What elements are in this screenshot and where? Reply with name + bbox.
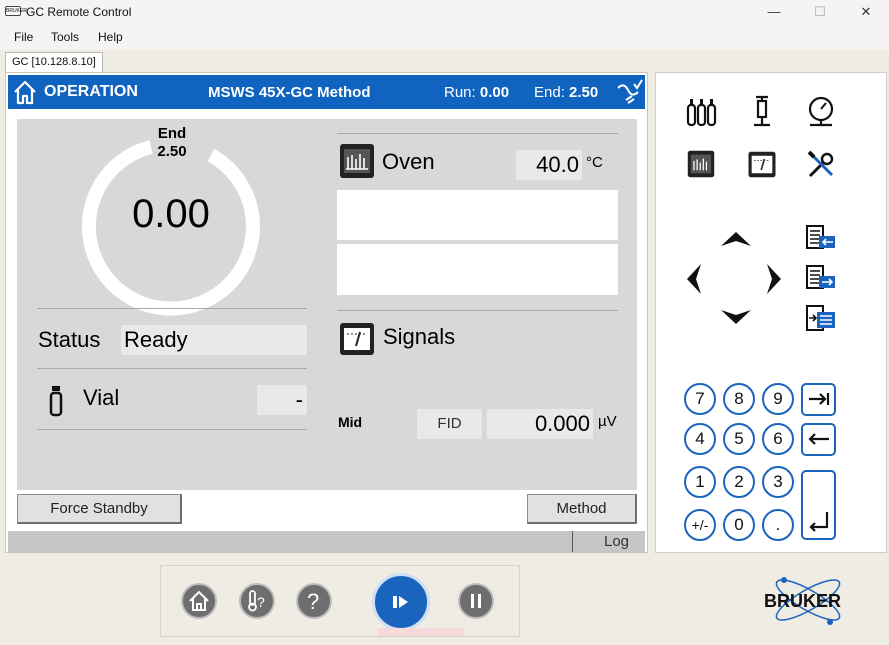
elapsed-time: 0.00: [132, 192, 210, 236]
thermometer-question-icon: ?: [248, 590, 265, 612]
signals-label: Signals: [383, 324, 456, 349]
gas-cylinders-icon[interactable]: [686, 97, 718, 127]
svg-text:?: ?: [257, 594, 265, 610]
arrow-left-icon[interactable]: [686, 263, 702, 295]
toolbar-accent-strip: [378, 628, 464, 636]
tab-arrow-icon: [809, 393, 830, 405]
bottom-toolbar: ? ?: [160, 565, 520, 637]
oven-info-box-bottom: [337, 244, 618, 295]
temperature-help-button[interactable]: ?: [239, 583, 275, 619]
start-run-icon: [393, 596, 408, 608]
menu-tools[interactable]: Tools: [51, 30, 79, 44]
divider: [337, 133, 618, 134]
signal-value: 0.000: [487, 409, 593, 439]
arrow-right-icon[interactable]: [766, 263, 782, 295]
status-bar: Log: [8, 531, 645, 552]
key-0[interactable]: 0: [723, 509, 755, 541]
menu-file[interactable]: File: [14, 30, 33, 44]
document-import-icon[interactable]: [805, 224, 837, 252]
maximize-button[interactable]: ☐: [797, 0, 843, 26]
brand-name: BRUKER: [764, 591, 841, 611]
key-4[interactable]: 4: [684, 423, 716, 455]
divider: [37, 308, 307, 309]
enter-arrow-icon: [809, 512, 829, 532]
detector-name: FID: [417, 409, 482, 439]
divider: [37, 368, 307, 369]
document-load-icon[interactable]: [805, 304, 837, 332]
pressure-gauge-icon[interactable]: [806, 95, 836, 129]
control-panel: 7 8 9 4 5 6 1 2 3 +/- 0 .: [655, 72, 887, 553]
menu-bar: File Tools Help: [0, 26, 889, 50]
vial-value: -: [257, 385, 307, 415]
tools-icon[interactable]: [806, 150, 836, 180]
signals-meter-icon[interactable]: [747, 151, 777, 178]
injector-syringe-icon[interactable]: [750, 95, 774, 129]
signal-unit: µV: [598, 413, 617, 430]
force-standby-button[interactable]: Force Standby: [17, 494, 182, 524]
ring-end-label: End 2.50: [157, 125, 187, 160]
method-button[interactable]: Method: [527, 494, 637, 524]
oven-info-box-top: [337, 190, 618, 240]
key-6[interactable]: 6: [762, 423, 794, 455]
vial-icon: [49, 386, 63, 417]
operation-header: OPERATION MSWS 45X-GC Method Run: 0.00 E…: [8, 75, 645, 109]
divider: [337, 310, 618, 311]
key-2[interactable]: 2: [723, 466, 755, 498]
oven-label: Oven: [382, 149, 435, 174]
log-button[interactable]: Log: [604, 533, 629, 550]
key-5[interactable]: 5: [723, 423, 755, 455]
home-icon[interactable]: [12, 79, 38, 105]
backspace-key[interactable]: [801, 423, 836, 456]
start-run-button[interactable]: [372, 573, 430, 631]
key-1[interactable]: 1: [684, 466, 716, 498]
pause-icon: [471, 594, 481, 608]
divider: [572, 531, 573, 552]
help-button[interactable]: ?: [296, 583, 332, 619]
key-decimal[interactable]: .: [762, 509, 794, 541]
enter-key[interactable]: [801, 470, 836, 540]
oven-temperature: 40.0: [516, 150, 582, 180]
section-title: OPERATION: [44, 83, 138, 100]
arrow-up-icon[interactable]: [720, 231, 752, 247]
end-time: End: 2.50: [534, 84, 599, 101]
key-7[interactable]: 7: [684, 383, 716, 415]
status-area: End 2.50 0.00 Status Ready Vial - Oven 4…: [17, 119, 637, 490]
oven-icon[interactable]: [339, 143, 375, 179]
method-name: MSWS 45X-GC Method: [208, 84, 371, 101]
status-label: Status: [38, 327, 101, 352]
key-3[interactable]: 3: [762, 466, 794, 498]
backspace-arrow-icon: [808, 433, 829, 445]
divider: [37, 429, 307, 430]
run-time: Run: 0.00: [444, 84, 510, 101]
oven-icon[interactable]: [687, 150, 715, 178]
minimize-button[interactable]: —: [751, 0, 797, 26]
oven-temperature-unit: °C: [586, 154, 603, 171]
signals-meter-icon[interactable]: [339, 322, 375, 356]
home-icon: [189, 590, 209, 611]
bruker-logo: BRUKER: [764, 577, 841, 625]
document-export-icon[interactable]: [805, 264, 837, 292]
menu-help[interactable]: Help: [98, 30, 123, 44]
question-icon: ?: [307, 589, 319, 614]
operation-panel: OPERATION MSWS 45X-GC Method Run: 0.00 E…: [5, 72, 648, 553]
key-9[interactable]: 9: [762, 383, 794, 415]
svg-text:?: ?: [307, 589, 319, 614]
vial-label: Vial: [83, 385, 120, 410]
tab-gc-connection[interactable]: GC [10.128.8.10]: [5, 52, 103, 72]
signal-channel-label: Mid: [338, 414, 363, 430]
key-plus-minus[interactable]: +/-: [684, 509, 716, 541]
status-value: Ready: [121, 325, 307, 355]
pause-button[interactable]: [458, 583, 494, 619]
close-button[interactable]: ✕: [843, 0, 889, 26]
key-8[interactable]: 8: [723, 383, 755, 415]
window-title: GC Remote Control: [26, 5, 132, 19]
home-button[interactable]: [181, 583, 217, 619]
connection-status-icon: [617, 79, 643, 104]
title-bar: BRUKER GC Remote Control — ☐ ✕: [0, 0, 889, 26]
tab-key[interactable]: [801, 383, 836, 416]
arrow-down-icon[interactable]: [720, 309, 752, 325]
app-logo-icon: BRUKER: [5, 6, 27, 16]
